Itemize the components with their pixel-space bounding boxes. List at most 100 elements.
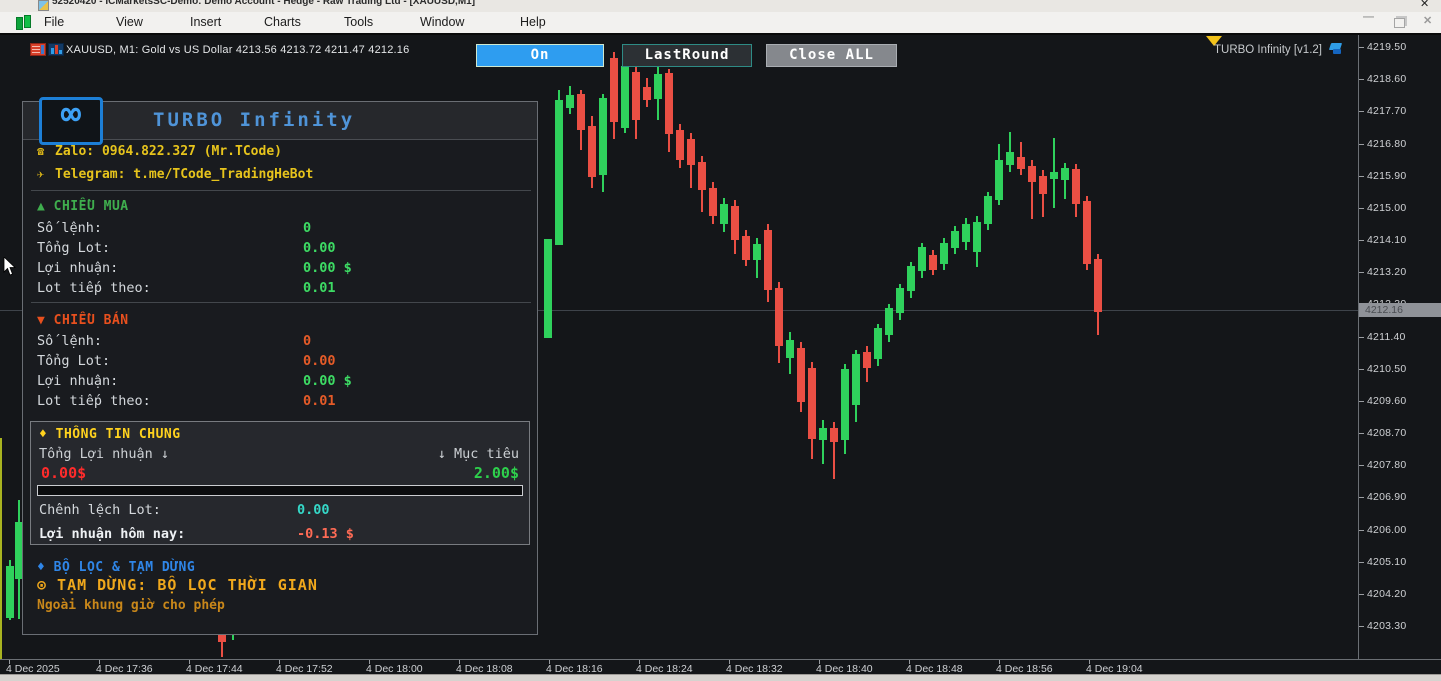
menu-item-help[interactable]: Help	[520, 15, 546, 29]
last-round-button[interactable]: LastRound	[622, 44, 752, 67]
price-tick-label: 4215.90	[1367, 170, 1406, 182]
stat-row: Tổng Lot: 0.00	[37, 240, 527, 256]
candle-body	[951, 231, 959, 248]
price-tick-label: 4206.00	[1367, 524, 1406, 536]
price-tick-label: 4207.80	[1367, 459, 1406, 471]
candle-body	[709, 188, 717, 216]
candle-body	[874, 328, 882, 359]
info-label: Lợi nhuận hôm nay:	[39, 526, 185, 542]
price-tick-mark	[1359, 337, 1364, 338]
price-tick-mark	[1359, 111, 1364, 112]
candle-wick	[822, 420, 824, 464]
price-tick-label: 4216.80	[1367, 138, 1406, 150]
stat-label: Số lệnh:	[37, 333, 102, 349]
candle-body	[698, 162, 706, 190]
candle-body	[940, 243, 948, 264]
candle-body	[896, 288, 904, 313]
menu-item-charts[interactable]: Charts	[264, 15, 301, 29]
price-tick-mark	[1359, 240, 1364, 241]
price-tick-mark	[1359, 465, 1364, 466]
stat-value: 0	[303, 333, 311, 349]
on-button[interactable]: On	[476, 44, 604, 67]
candle-body	[588, 126, 596, 177]
price-tick-mark	[1359, 562, 1364, 563]
price-axis[interactable]: 4219.504218.604217.704216.804215.904215.…	[1358, 35, 1441, 659]
chart-window: XAUUSD, M1: Gold vs US Dollar 4213.56 42…	[0, 33, 1441, 676]
candle-body	[1017, 157, 1025, 169]
restore-icon[interactable]	[1394, 18, 1405, 28]
window-close-icon[interactable]: ✕	[1420, 0, 1429, 10]
candle-body	[995, 160, 1003, 200]
price-tick-label: 4204.20	[1367, 588, 1406, 600]
terminal-logo-icon	[14, 15, 34, 30]
menu-item-insert[interactable]: Insert	[190, 15, 221, 29]
candle-body	[1006, 152, 1014, 165]
total-profit-value: 0.00$	[41, 464, 86, 482]
candle-body	[786, 340, 794, 358]
info-row: Lợi nhuận hôm nay:-0.13 $	[39, 526, 519, 542]
candle-body	[973, 222, 981, 252]
menu-item-window[interactable]: Window	[420, 15, 464, 29]
candle-body	[841, 369, 849, 440]
sell-section-header: ▼ CHIỀU BÁN	[37, 313, 129, 328]
stat-value: 0	[303, 220, 311, 236]
price-tick-mark	[1359, 47, 1364, 48]
candle-body	[577, 94, 585, 130]
menu-item-file[interactable]: File	[44, 15, 64, 29]
candle-body	[676, 130, 684, 160]
total-profit-label: Tổng Lợi nhuận ↓	[39, 446, 169, 462]
menu-item-tools[interactable]: Tools	[344, 15, 373, 29]
stat-value: 0.00 $	[303, 373, 352, 389]
application-window: 52520420 - ICMarketsSC-Demo: Demo Accoun…	[0, 0, 1441, 681]
price-tick-label: 4203.30	[1367, 620, 1406, 632]
close-icon[interactable]: ✕	[1423, 14, 1432, 27]
window-title: 52520420 - ICMarketsSC-Demo: Demo Accoun…	[52, 0, 475, 7]
pause-reason-note: Ngoài khung giờ cho phép	[37, 598, 225, 613]
stat-label: Tổng Lot:	[37, 240, 110, 256]
minimize-icon[interactable]: —	[1363, 11, 1374, 23]
candle-body	[929, 255, 937, 270]
candle-body	[797, 348, 805, 402]
bid-price-badge: 4212.16	[1359, 303, 1441, 317]
price-tick-mark	[1359, 208, 1364, 209]
price-tick-label: 4206.90	[1367, 491, 1406, 503]
candle-body	[742, 236, 750, 260]
candle-body	[720, 204, 728, 224]
contact-text: Zalo: 0964.822.327 (Mr.TCode)	[55, 144, 282, 159]
stat-value: 0.01	[303, 393, 336, 409]
stat-label: Lot tiếp theo:	[37, 393, 151, 409]
stat-row: Lot tiếp theo:0.01	[37, 280, 527, 296]
info-value: 0.00	[297, 502, 330, 518]
price-tick-label: 4209.60	[1367, 395, 1406, 407]
candle-body	[654, 74, 662, 99]
price-tick-mark	[1359, 497, 1364, 498]
symbol-ohlc-info: XAUUSD, M1: Gold vs US Dollar 4213.56 42…	[66, 44, 409, 56]
stat-value: 0.00	[303, 240, 336, 256]
price-tick-mark	[1359, 594, 1364, 595]
ea-watermark: TURBO Infinity [v1.2]	[1180, 44, 1322, 56]
depth-of-market-icon[interactable]	[30, 43, 46, 56]
candle-body	[764, 230, 772, 290]
menu-item-view[interactable]: View	[116, 15, 143, 29]
candle-body	[852, 354, 860, 405]
candle-body	[544, 239, 552, 338]
candle-body	[610, 58, 618, 122]
price-tick-label: 4214.10	[1367, 234, 1406, 246]
candle-body	[1094, 259, 1102, 312]
stat-row: Lợi nhuận:0.00 $	[37, 373, 527, 389]
general-info-box: ♦ THÔNG TIN CHUNG Tổng Lợi nhuận ↓ ↓ Mục…	[30, 421, 530, 545]
chart-type-icon[interactable]	[48, 43, 64, 56]
candle-body	[687, 139, 695, 165]
filter-section-header: ♦ BỘ LỌC & TẠM DỪNG	[37, 560, 195, 575]
close-all-button[interactable]: Close ALL	[766, 44, 897, 67]
stat-row: Lợi nhuận:0.00 $	[37, 260, 527, 276]
stat-label: Số lệnh:	[37, 220, 102, 236]
graduate-hat-icon	[1327, 43, 1345, 56]
candle-body	[1072, 169, 1080, 204]
menu-bar: File View Insert Charts Tools Window Help — ✕	[0, 12, 1441, 34]
candle-body	[907, 266, 915, 291]
candle-body	[621, 66, 629, 128]
ea-panel[interactable]: ∞ TURBO Infinity ☎Zalo: 0964.822.327 (Mr…	[22, 101, 538, 635]
ea-panel-title: TURBO Infinity	[153, 109, 355, 131]
price-tick-mark	[1359, 272, 1364, 273]
